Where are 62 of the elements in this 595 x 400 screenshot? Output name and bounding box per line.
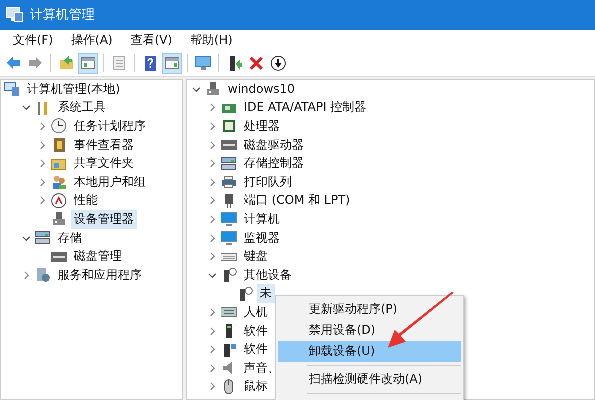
menu-item[interactable]: 帮助(H) xyxy=(181,30,242,50)
menu-item[interactable]: 操作(A) xyxy=(62,30,122,50)
menu-item[interactable]: 禁用设备(D) xyxy=(278,320,461,341)
menu-item[interactable]: 更新驱动程序(P) xyxy=(278,299,461,320)
menu-item[interactable]: 文件(F) xyxy=(4,30,62,50)
console-tree-icon xyxy=(80,54,96,72)
tree-item[interactable]: 软件 xyxy=(241,340,271,360)
tree-item[interactable]: 计算机 xyxy=(241,210,283,229)
tree-item[interactable]: 人机 xyxy=(241,302,271,322)
unknown-device-icon xyxy=(221,267,237,284)
tree-item[interactable]: 未 xyxy=(257,284,275,304)
printer-icon xyxy=(221,174,237,190)
monitor-icon xyxy=(194,54,212,72)
monitor-icon xyxy=(221,230,237,246)
tree-item[interactable]: 监视器 xyxy=(241,228,283,248)
tree-item[interactable]: 其他设备 xyxy=(241,266,295,285)
component-icon xyxy=(221,342,237,358)
tree-item[interactable]: 鼠标 xyxy=(241,377,271,396)
tree-item[interactable]: 键盘 xyxy=(241,247,271,266)
device-icon xyxy=(51,211,67,228)
storage-icon xyxy=(35,230,51,246)
tree-item[interactable]: 存储 xyxy=(55,228,85,248)
gauge-icon xyxy=(51,192,67,209)
back-arrow-icon xyxy=(4,54,22,72)
tree-item[interactable]: 端口 (COM 和 LPT) xyxy=(241,191,354,210)
tree-item[interactable]: 性能 xyxy=(71,191,101,210)
folder-icon xyxy=(58,54,74,72)
tree-item[interactable]: IDE ATA/ATAPI 控制器 xyxy=(241,98,370,118)
tree-item[interactable]: 存储控制器 xyxy=(241,154,307,174)
tree-item[interactable]: 处理器 xyxy=(241,116,283,136)
forward-arrow-icon xyxy=(26,54,44,72)
tree-item[interactable]: 系统工具 xyxy=(55,98,109,118)
clock-icon xyxy=(51,118,67,134)
tree-item[interactable]: 服务和应用程序 xyxy=(55,266,145,285)
close-icon xyxy=(248,54,264,72)
tree-item[interactable]: 设备管理器 xyxy=(71,210,137,229)
computer-icon xyxy=(4,81,20,98)
tree-item[interactable]: 计算机管理(本地) xyxy=(24,80,124,99)
users-icon xyxy=(51,174,67,190)
tree-item[interactable]: 共享文件夹 xyxy=(71,154,137,174)
unknown-device-icon xyxy=(237,286,253,302)
tree-item[interactable]: 磁盘驱动器 xyxy=(241,136,307,155)
properties-icon xyxy=(110,54,128,72)
tree-item[interactable]: 磁盘管理 xyxy=(71,247,125,266)
menu-item[interactable]: 查看(V) xyxy=(122,30,182,50)
menu-item[interactable]: 扫描检测硬件改动(A) xyxy=(278,369,461,390)
tree-item[interactable]: 软件 xyxy=(241,322,271,341)
monitor-icon xyxy=(221,211,237,228)
tree-item[interactable]: windows10 xyxy=(225,81,298,98)
tree-item[interactable]: 任务计划程序 xyxy=(71,116,149,136)
storage-icon xyxy=(221,156,237,172)
download-icon xyxy=(270,54,286,72)
window-title: 计算机管理 xyxy=(30,7,95,24)
tree-item[interactable]: 事件查看器 xyxy=(71,136,137,155)
menu-item[interactable]: 卸载设备(U) xyxy=(278,341,461,362)
tree-item[interactable]: 打印队列 xyxy=(241,172,295,192)
processor-icon xyxy=(221,118,237,134)
action-pane-icon xyxy=(164,54,180,72)
computer-icon xyxy=(6,7,24,23)
tree-item[interactable]: 本地用户和组 xyxy=(71,172,149,192)
log-book-icon xyxy=(51,137,67,154)
services-icon xyxy=(35,267,51,284)
